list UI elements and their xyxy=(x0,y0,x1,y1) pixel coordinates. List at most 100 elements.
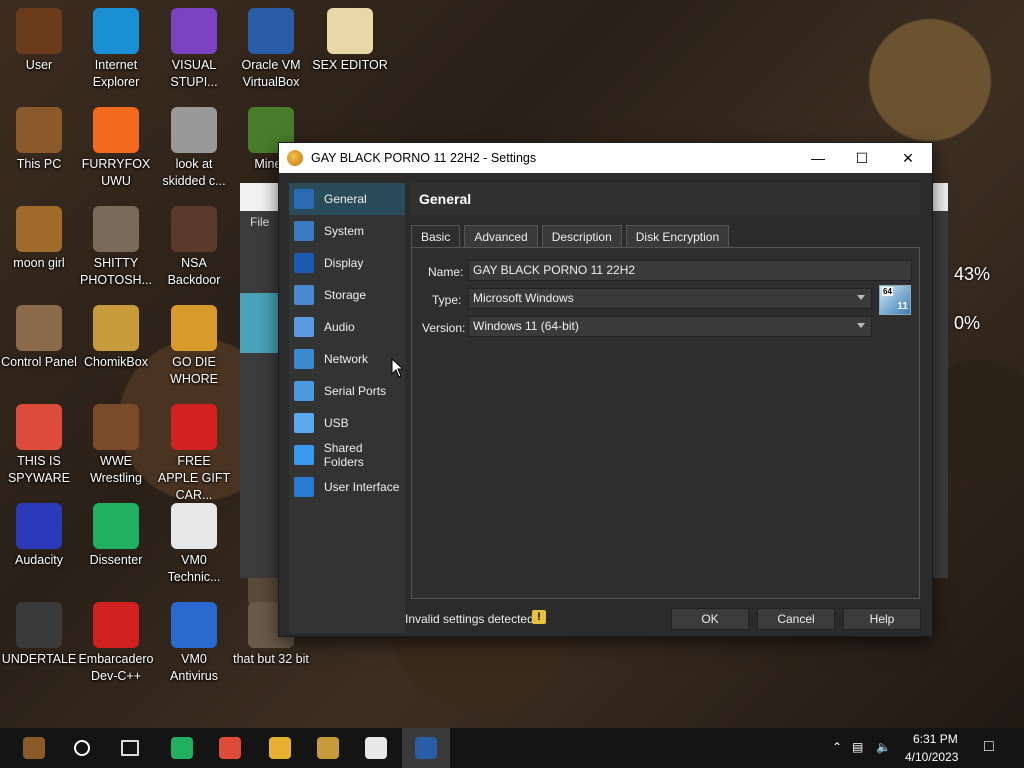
nav-item-serial-ports[interactable]: Serial Ports xyxy=(289,375,405,407)
desktop-icon[interactable]: Control Panel xyxy=(1,305,77,371)
network-icon xyxy=(294,349,314,369)
desktop-icon[interactable]: Dissenter xyxy=(78,503,154,569)
desktop-icon-label: SHITTY PHOTOSH... xyxy=(79,256,152,287)
ok-button[interactable]: OK xyxy=(671,608,749,630)
dissenter-taskbar-button[interactable] xyxy=(158,728,206,768)
virtualbox-icon xyxy=(415,737,437,759)
technician-icon xyxy=(365,737,387,759)
desktop-icon[interactable]: moon girl xyxy=(1,206,77,272)
desktop-icon-label: Embarcadero Dev-C++ xyxy=(78,652,154,683)
desktop-icon[interactable]: VM0 Antivirus xyxy=(156,602,232,685)
desktop-icon[interactable]: VM0 Technic... xyxy=(156,503,232,586)
chrome-taskbar-button[interactable] xyxy=(206,728,254,768)
technician-taskbar-button[interactable] xyxy=(352,728,400,768)
desktop-icon[interactable]: SHITTY PHOTOSH... xyxy=(78,206,154,289)
tab-advanced[interactable]: Advanced xyxy=(464,225,538,248)
tab-basic[interactable]: Basic xyxy=(411,225,461,248)
chrome-icon xyxy=(219,737,241,759)
desktop-icon[interactable]: User xyxy=(1,8,77,74)
cortana-icon xyxy=(74,740,90,756)
desktop-icon-label: Audacity xyxy=(15,553,63,567)
desktop-icon[interactable]: Internet Explorer xyxy=(78,8,154,91)
clock-date[interactable]: 4/10/2023 xyxy=(905,750,958,764)
nav-item-network[interactable]: Network xyxy=(289,343,405,375)
close-button[interactable]: ✕ xyxy=(885,143,931,173)
desktop-icon[interactable]: Embarcadero Dev-C++ xyxy=(78,602,154,685)
os-badge-64: 64 xyxy=(882,287,893,296)
volume-muted-icon[interactable]: 🔈 xyxy=(876,740,891,754)
file-explorer-icon xyxy=(269,737,291,759)
task-view-taskbar-button[interactable] xyxy=(106,728,154,768)
status-text: Invalid settings detected xyxy=(405,612,534,626)
virtualbox-icon xyxy=(248,8,294,54)
version-value: Windows 11 (64-bit) xyxy=(473,319,579,333)
desktop-icon[interactable]: ChomikBox xyxy=(78,305,154,371)
nav-item-shared-folders[interactable]: Shared Folders xyxy=(289,439,405,471)
tab-disk-encryption[interactable]: Disk Encryption xyxy=(625,225,730,248)
display-icon xyxy=(294,253,314,273)
chevron-down-icon xyxy=(857,323,865,328)
dialog-titlebar[interactable]: GAY BLACK PORNO 11 22H2 - Settings — ☐ ✕ xyxy=(279,143,932,173)
network-gauge: 0% xyxy=(954,313,981,333)
technician-icon xyxy=(171,503,217,549)
shared-folders-icon xyxy=(294,445,314,465)
warning-icon[interactable]: ! xyxy=(532,610,546,624)
help-button[interactable]: Help xyxy=(843,608,921,630)
desktop-icon[interactable]: Audacity xyxy=(1,503,77,569)
visual-studio-icon xyxy=(171,8,217,54)
cortana-taskbar-button[interactable] xyxy=(58,728,106,768)
desktop-icon[interactable]: NSA Backdoor xyxy=(156,206,232,289)
clock-time[interactable]: 6:31 PM xyxy=(913,732,958,746)
desktop-icon[interactable]: WWE Wrestling xyxy=(78,404,154,487)
cancel-button[interactable]: Cancel xyxy=(757,608,835,630)
nav-item-usb[interactable]: USB xyxy=(289,407,405,439)
desktop-icon-label: VM0 Antivirus xyxy=(170,652,218,683)
os-badge-11: 11 xyxy=(897,301,908,312)
chomikbox-icon xyxy=(93,305,139,351)
desktop-icon[interactable]: FREE APPLE GIFT CAR... xyxy=(156,404,232,504)
de-icon xyxy=(171,305,217,351)
os-type-icon: 64 11 xyxy=(879,285,911,315)
chomikbox-taskbar-button[interactable] xyxy=(304,728,352,768)
start-taskbar-button[interactable] xyxy=(10,728,58,768)
desktop-icon[interactable]: This PC xyxy=(1,107,77,173)
dialog-title: GAY BLACK PORNO 11 22H2 - Settings xyxy=(311,151,537,165)
file-explorer-taskbar-button[interactable] xyxy=(256,728,304,768)
chevron-up-icon[interactable]: ⌃ xyxy=(832,740,842,754)
manager-vm-list-item[interactable] xyxy=(240,293,280,353)
network-icon[interactable]: ▤ xyxy=(852,740,863,754)
nav-item-user-interface[interactable]: User Interface xyxy=(289,471,405,503)
notifications-icon[interactable]: □ xyxy=(984,738,994,756)
gimp-icon xyxy=(93,206,139,252)
maximize-button[interactable]: ☐ xyxy=(839,143,885,173)
desktop-icon[interactable]: SEX EDITOR xyxy=(312,8,388,74)
tab-description[interactable]: Description xyxy=(541,225,622,248)
nav-item-storage[interactable]: Storage xyxy=(289,279,405,311)
nav-item-general[interactable]: General xyxy=(289,183,405,215)
nsa-icon xyxy=(171,206,217,252)
edge-icon xyxy=(93,8,139,54)
apple-icon xyxy=(171,404,217,450)
virtualbox-taskbar-button[interactable] xyxy=(402,728,450,768)
minimize-button[interactable]: — xyxy=(795,143,841,173)
nav-item-label: General xyxy=(324,192,367,206)
desktop-icon[interactable]: Oracle VM VirtualBox xyxy=(233,8,309,91)
type-value: Microsoft Windows xyxy=(473,291,574,305)
dissenter-icon xyxy=(171,737,193,759)
nav-item-display[interactable]: Display xyxy=(289,247,405,279)
desktop-icon-label: NSA Backdoor xyxy=(167,256,221,287)
desktop-icon-label: FURRYFOX UWU xyxy=(81,157,151,188)
desktop-icon[interactable]: look at skidded c... xyxy=(156,107,232,190)
desktop-icon[interactable]: FURRYFOX UWU xyxy=(78,107,154,190)
desktop-icon[interactable]: VISUAL STUPI... xyxy=(156,8,232,91)
type-select[interactable]: Microsoft Windows xyxy=(468,288,872,309)
desktop-icon-label: that but 32 bit xyxy=(233,652,309,666)
manager-menu-file[interactable]: File xyxy=(250,215,269,229)
version-select[interactable]: Windows 11 (64-bit) xyxy=(468,316,872,337)
desktop-icon[interactable]: GO DIE WHORE xyxy=(156,305,232,388)
desktop-icon[interactable]: THIS IS SPYWARE xyxy=(1,404,77,487)
nav-item-system[interactable]: System xyxy=(289,215,405,247)
nav-item-audio[interactable]: Audio xyxy=(289,311,405,343)
desktop-icon[interactable]: UNDERTALE xyxy=(1,602,77,668)
name-field[interactable]: GAY BLACK PORNO 11 22H2 xyxy=(468,260,912,281)
